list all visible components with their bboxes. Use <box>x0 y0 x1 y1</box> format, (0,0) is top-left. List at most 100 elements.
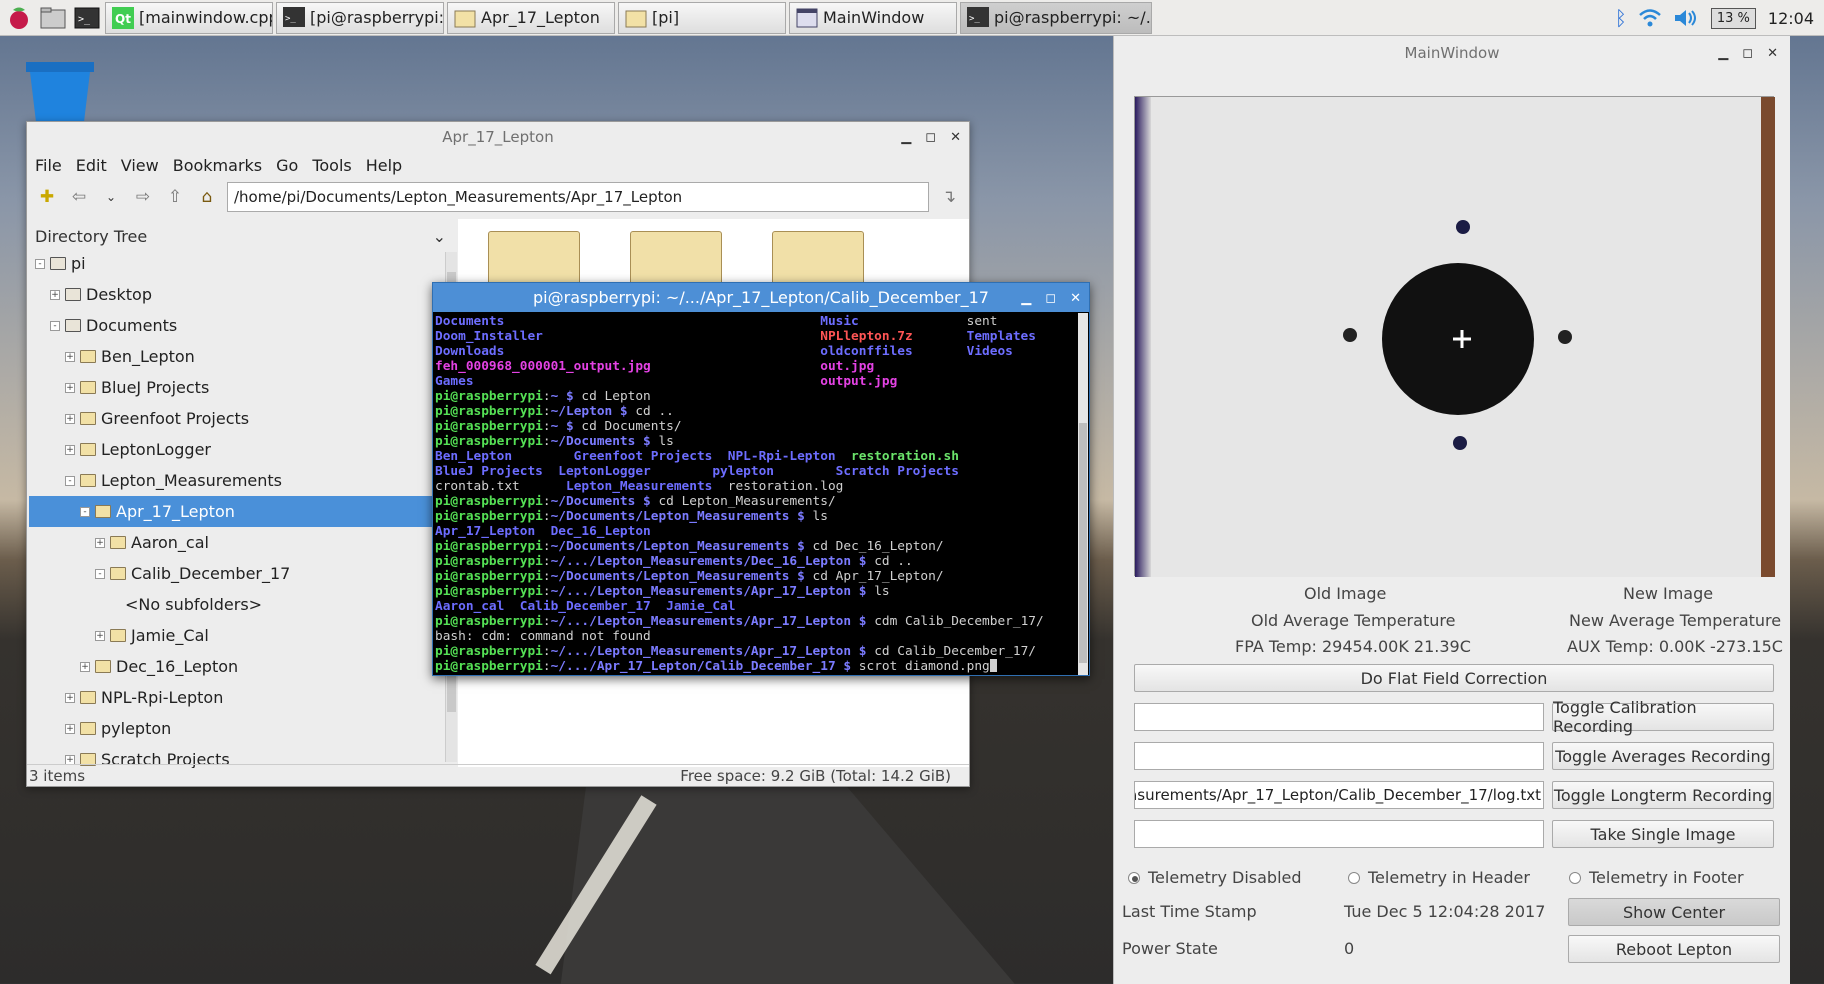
minimize-icon[interactable]: ▁ <box>901 130 911 145</box>
expand-icon[interactable]: + <box>65 692 75 703</box>
window-title: pi@raspberrypi: ~/.../Apr_17_Lepton/Cali… <box>533 288 989 307</box>
menu-file[interactable]: File <box>35 156 62 175</box>
new-image-label: New Image <box>1623 584 1714 603</box>
calibration-file-input[interactable] <box>1134 703 1544 731</box>
task-filemanager-pi[interactable]: [pi] <box>618 1 786 34</box>
terminal-text: restoration.log <box>727 479 844 494</box>
forward-icon[interactable]: ⇨ <box>131 185 155 209</box>
home-icon[interactable]: ⌂ <box>195 185 219 209</box>
address-bar[interactable]: /home/pi/Documents/Lepton_Measurements/A… <box>227 182 929 212</box>
tree-item[interactable]: + LeptonLogger <box>29 434 456 465</box>
task-terminal-1[interactable]: >_ [pi@raspberrypi: ~/.... <box>276 1 444 34</box>
expand-icon[interactable]: + <box>65 754 75 765</box>
telemetry-disabled-radio[interactable]: Telemetry Disabled <box>1128 868 1302 887</box>
task-filemanager-apr17[interactable]: Apr_17_Lepton <box>447 1 615 34</box>
mainwindow-titlebar[interactable]: MainWindow ▁ ◻ ✕ <box>1114 36 1790 70</box>
task-mainwindow[interactable]: MainWindow <box>789 1 957 34</box>
menu-help[interactable]: Help <box>366 156 402 175</box>
new-tab-icon[interactable]: ✚ <box>35 185 59 209</box>
expand-icon[interactable]: + <box>65 723 75 734</box>
task-terminal-2[interactable]: >_ pi@raspberrypi: ~/.../... <box>960 1 1152 34</box>
longterm-file-input[interactable]: Measurements/Apr_17_Lepton/Calib_Decembe… <box>1134 781 1544 809</box>
clock[interactable]: 12:04 <box>1768 9 1814 28</box>
maximize-icon[interactable]: ◻ <box>925 130 936 145</box>
expand-icon[interactable]: + <box>65 413 75 424</box>
toggle-calibration-recording-button[interactable]: Toggle Calibration Recording <box>1552 698 1774 736</box>
cpu-monitor[interactable]: 13 % <box>1710 7 1756 29</box>
menu-tools[interactable]: Tools <box>312 156 351 175</box>
take-single-image-button[interactable]: Take Single Image <box>1552 820 1774 848</box>
tree-item[interactable]: + Desktop <box>29 279 456 310</box>
menu-edit[interactable]: Edit <box>76 156 107 175</box>
tree-item[interactable]: - Apr_17_Lepton <box>29 496 456 527</box>
expand-icon[interactable]: + <box>65 444 75 455</box>
tree-item[interactable]: - Documents <box>29 310 456 341</box>
telemetry-header-radio[interactable]: Telemetry in Header <box>1348 868 1530 887</box>
minimize-icon[interactable]: ▁ <box>1021 291 1031 306</box>
collapse-icon[interactable]: - <box>35 258 45 269</box>
tree-item[interactable]: + Dec_16_Lepton <box>29 651 456 682</box>
bluetooth-icon[interactable]: ᛒ <box>1615 6 1627 30</box>
wifi-icon[interactable] <box>1639 9 1661 27</box>
history-dropdown-icon[interactable]: ⌄ <box>99 185 123 209</box>
volume-icon[interactable] <box>1673 9 1699 27</box>
terminal-titlebar[interactable]: pi@raspberrypi: ~/.../Apr_17_Lepton/Cali… <box>433 283 1089 312</box>
tree-item[interactable]: + Aaron_cal <box>29 527 456 558</box>
terminal-scrollbar[interactable] <box>1078 313 1088 675</box>
terminal-line: Aaron_cal Calib_December_17 Jamie_Cal <box>435 599 1087 614</box>
tree-item[interactable]: + BlueJ Projects <box>29 372 456 403</box>
tree-item[interactable]: + NPL-Rpi-Lepton <box>29 682 456 713</box>
tree-item[interactable]: - Calib_December_17 <box>29 558 456 589</box>
close-icon[interactable]: ✕ <box>1767 46 1778 61</box>
expand-icon[interactable]: + <box>95 537 105 548</box>
maximize-icon[interactable]: ◻ <box>1045 291 1056 306</box>
raspberry-menu-icon[interactable] <box>4 3 34 33</box>
expand-icon[interactable]: + <box>50 289 60 300</box>
collapse-icon[interactable]: - <box>80 506 90 517</box>
minimize-icon[interactable]: ▁ <box>1718 46 1728 61</box>
terminal-text: ~/.../Apr_17_Lepton/Calib_December_17 $ <box>550 659 852 674</box>
reboot-lepton-button[interactable]: Reboot Lepton <box>1568 935 1780 963</box>
terminal-output[interactable]: Documents Music sent Doom_Installer NPLle… <box>433 312 1089 674</box>
up-icon[interactable]: ⇧ <box>163 185 187 209</box>
menu-bookmarks[interactable]: Bookmarks <box>173 156 262 175</box>
maximize-icon[interactable]: ◻ <box>1742 46 1753 61</box>
menu-view[interactable]: View <box>121 156 159 175</box>
show-center-button[interactable]: Show Center <box>1568 898 1780 926</box>
expand-icon[interactable]: + <box>65 382 75 393</box>
task-qtcreator[interactable]: Qt [mainwindow.cpp - r... <box>105 1 273 34</box>
trash-icon[interactable] <box>20 62 100 122</box>
toggle-averages-recording-button[interactable]: Toggle Averages Recording <box>1552 742 1774 770</box>
tree-item[interactable]: - pi <box>29 248 456 279</box>
collapse-icon[interactable]: - <box>65 475 75 486</box>
tree-item[interactable]: - Lepton_Measurements <box>29 465 456 496</box>
expand-icon[interactable]: + <box>80 661 90 672</box>
file-manager-titlebar[interactable]: Apr_17_Lepton ▁ ◻ ✕ <box>27 122 969 152</box>
menu-go[interactable]: Go <box>276 156 298 175</box>
tree-item[interactable]: + Ben_Lepton <box>29 341 456 372</box>
close-icon[interactable]: ✕ <box>950 130 961 145</box>
averages-file-input[interactable] <box>1134 742 1544 770</box>
tree-item[interactable]: + Jamie_Cal <box>29 620 456 651</box>
single-image-file-input[interactable] <box>1134 820 1544 848</box>
file-manager-launcher-icon[interactable] <box>38 3 68 33</box>
collapse-icon[interactable]: - <box>50 320 60 331</box>
tree-item[interactable]: + pylepton <box>29 713 456 744</box>
collapse-icon[interactable]: - <box>95 568 105 579</box>
back-icon[interactable]: ⇦ <box>67 185 91 209</box>
sidebar-mode-select[interactable]: Directory Tree ⌄ <box>27 222 454 250</box>
telemetry-footer-radio[interactable]: Telemetry in Footer <box>1569 868 1744 887</box>
expand-icon[interactable]: + <box>95 630 105 641</box>
terminal-launcher-icon[interactable]: >_ <box>72 3 102 33</box>
sidebar-mode-label: Directory Tree <box>35 226 148 246</box>
tree-item[interactable]: + Greenfoot Projects <box>29 403 456 434</box>
tree-item[interactable]: <No subfolders> <box>29 589 456 620</box>
terminal-line: pi@raspberrypi:~ $ cd Lepton <box>435 389 1087 404</box>
folder-icon <box>95 660 111 673</box>
toggle-longterm-recording-button[interactable]: Toggle Longterm Recording <box>1552 781 1774 809</box>
terminal-icon: >_ <box>283 6 305 27</box>
expand-icon[interactable]: + <box>65 351 75 362</box>
close-icon[interactable]: ✕ <box>1070 291 1081 306</box>
flat-field-correction-button[interactable]: Do Flat Field Correction <box>1134 664 1774 692</box>
go-icon[interactable]: ↴ <box>937 185 961 209</box>
